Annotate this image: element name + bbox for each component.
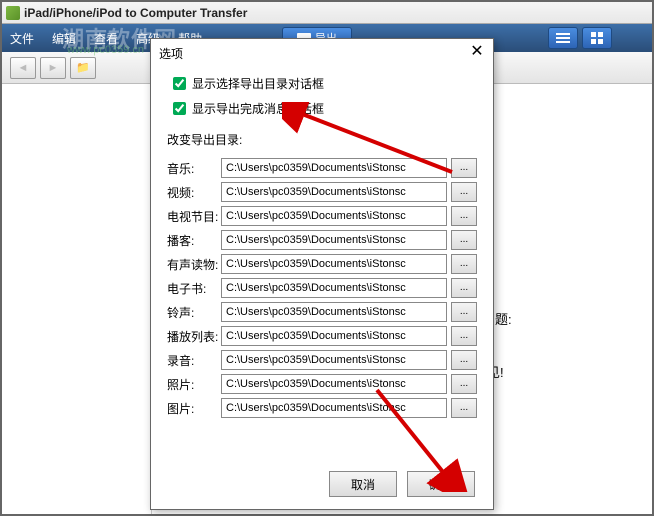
browse-button[interactable]: ... xyxy=(451,398,477,418)
path-input[interactable] xyxy=(221,374,447,394)
path-label: 电视节目: xyxy=(167,208,221,225)
checkbox-1[interactable] xyxy=(173,77,186,90)
browse-button[interactable]: ... xyxy=(451,278,477,298)
browse-button[interactable]: ... xyxy=(451,206,477,226)
options-dialog: 选项 ✕ 显示选择导出目录对话框 显示导出完成消息对话框 改变导出目录: 音乐:… xyxy=(150,38,494,510)
menu-file[interactable]: 文件 xyxy=(10,30,34,47)
path-input[interactable] xyxy=(221,398,447,418)
path-row: 视频:... xyxy=(167,182,477,202)
path-input[interactable] xyxy=(221,206,447,226)
sidebar xyxy=(2,84,152,514)
checkbox-show-folder-dialog[interactable]: 显示选择导出目录对话框 xyxy=(173,75,477,92)
view-list-button[interactable] xyxy=(548,27,578,49)
path-input[interactable] xyxy=(221,182,447,202)
ok-button[interactable]: 确认 xyxy=(407,471,475,497)
path-row: 有声读物:... xyxy=(167,254,477,274)
path-label: 播客: xyxy=(167,232,221,249)
browse-button[interactable]: ... xyxy=(451,302,477,322)
path-input[interactable] xyxy=(221,230,447,250)
view-grid-button[interactable] xyxy=(582,27,612,49)
path-input[interactable] xyxy=(221,254,447,274)
nav-back-button[interactable]: ◄ xyxy=(10,57,36,79)
path-input[interactable] xyxy=(221,158,447,178)
path-input[interactable] xyxy=(221,326,447,346)
path-row: 图片:... xyxy=(167,398,477,418)
path-label: 电子书: xyxy=(167,280,221,297)
close-icon[interactable]: ✕ xyxy=(469,45,485,61)
cancel-button[interactable]: 取消 xyxy=(329,471,397,497)
browse-button[interactable]: ... xyxy=(451,182,477,202)
path-row: 录音:... xyxy=(167,350,477,370)
window-title: iPad/iPhone/iPod to Computer Transfer xyxy=(24,6,247,20)
checkbox-1-label: 显示选择导出目录对话框 xyxy=(192,75,324,92)
app-icon xyxy=(6,6,20,20)
path-row: 铃声:... xyxy=(167,302,477,322)
browse-button[interactable]: ... xyxy=(451,254,477,274)
path-row: 照片:... xyxy=(167,374,477,394)
dialog-tab-label: 选项 xyxy=(159,45,183,62)
path-label: 音乐: xyxy=(167,160,221,177)
checkbox-2[interactable] xyxy=(173,102,186,115)
window-titlebar: iPad/iPhone/iPod to Computer Transfer xyxy=(2,2,652,24)
path-input[interactable] xyxy=(221,278,447,298)
checkbox-show-complete-dialog[interactable]: 显示导出完成消息对话框 xyxy=(173,100,477,117)
path-label: 播放列表: xyxy=(167,328,221,345)
nav-up-button[interactable]: 📁 xyxy=(70,57,96,79)
browse-button[interactable]: ... xyxy=(451,374,477,394)
path-row: 电子书:... xyxy=(167,278,477,298)
section-label: 改变导出目录: xyxy=(167,131,477,148)
path-label: 照片: xyxy=(167,376,221,393)
path-row: 音乐:... xyxy=(167,158,477,178)
path-label: 图片: xyxy=(167,400,221,417)
menu-view[interactable]: 查看 xyxy=(94,30,118,47)
path-row: 电视节目:... xyxy=(167,206,477,226)
path-label: 视频: xyxy=(167,184,221,201)
path-label: 有声读物: xyxy=(167,256,221,273)
browse-button[interactable]: ... xyxy=(451,326,477,346)
checkbox-2-label: 显示导出完成消息对话框 xyxy=(192,100,324,117)
path-label: 铃声: xyxy=(167,304,221,321)
path-input[interactable] xyxy=(221,302,447,322)
path-label: 录音: xyxy=(167,352,221,369)
browse-button[interactable]: ... xyxy=(451,158,477,178)
menu-edit[interactable]: 编辑 xyxy=(52,30,76,47)
browse-button[interactable]: ... xyxy=(451,230,477,250)
path-row: 播放列表:... xyxy=(167,326,477,346)
browse-button[interactable]: ... xyxy=(451,350,477,370)
path-row: 播客:... xyxy=(167,230,477,250)
path-input[interactable] xyxy=(221,350,447,370)
nav-forward-button[interactable]: ► xyxy=(40,57,66,79)
